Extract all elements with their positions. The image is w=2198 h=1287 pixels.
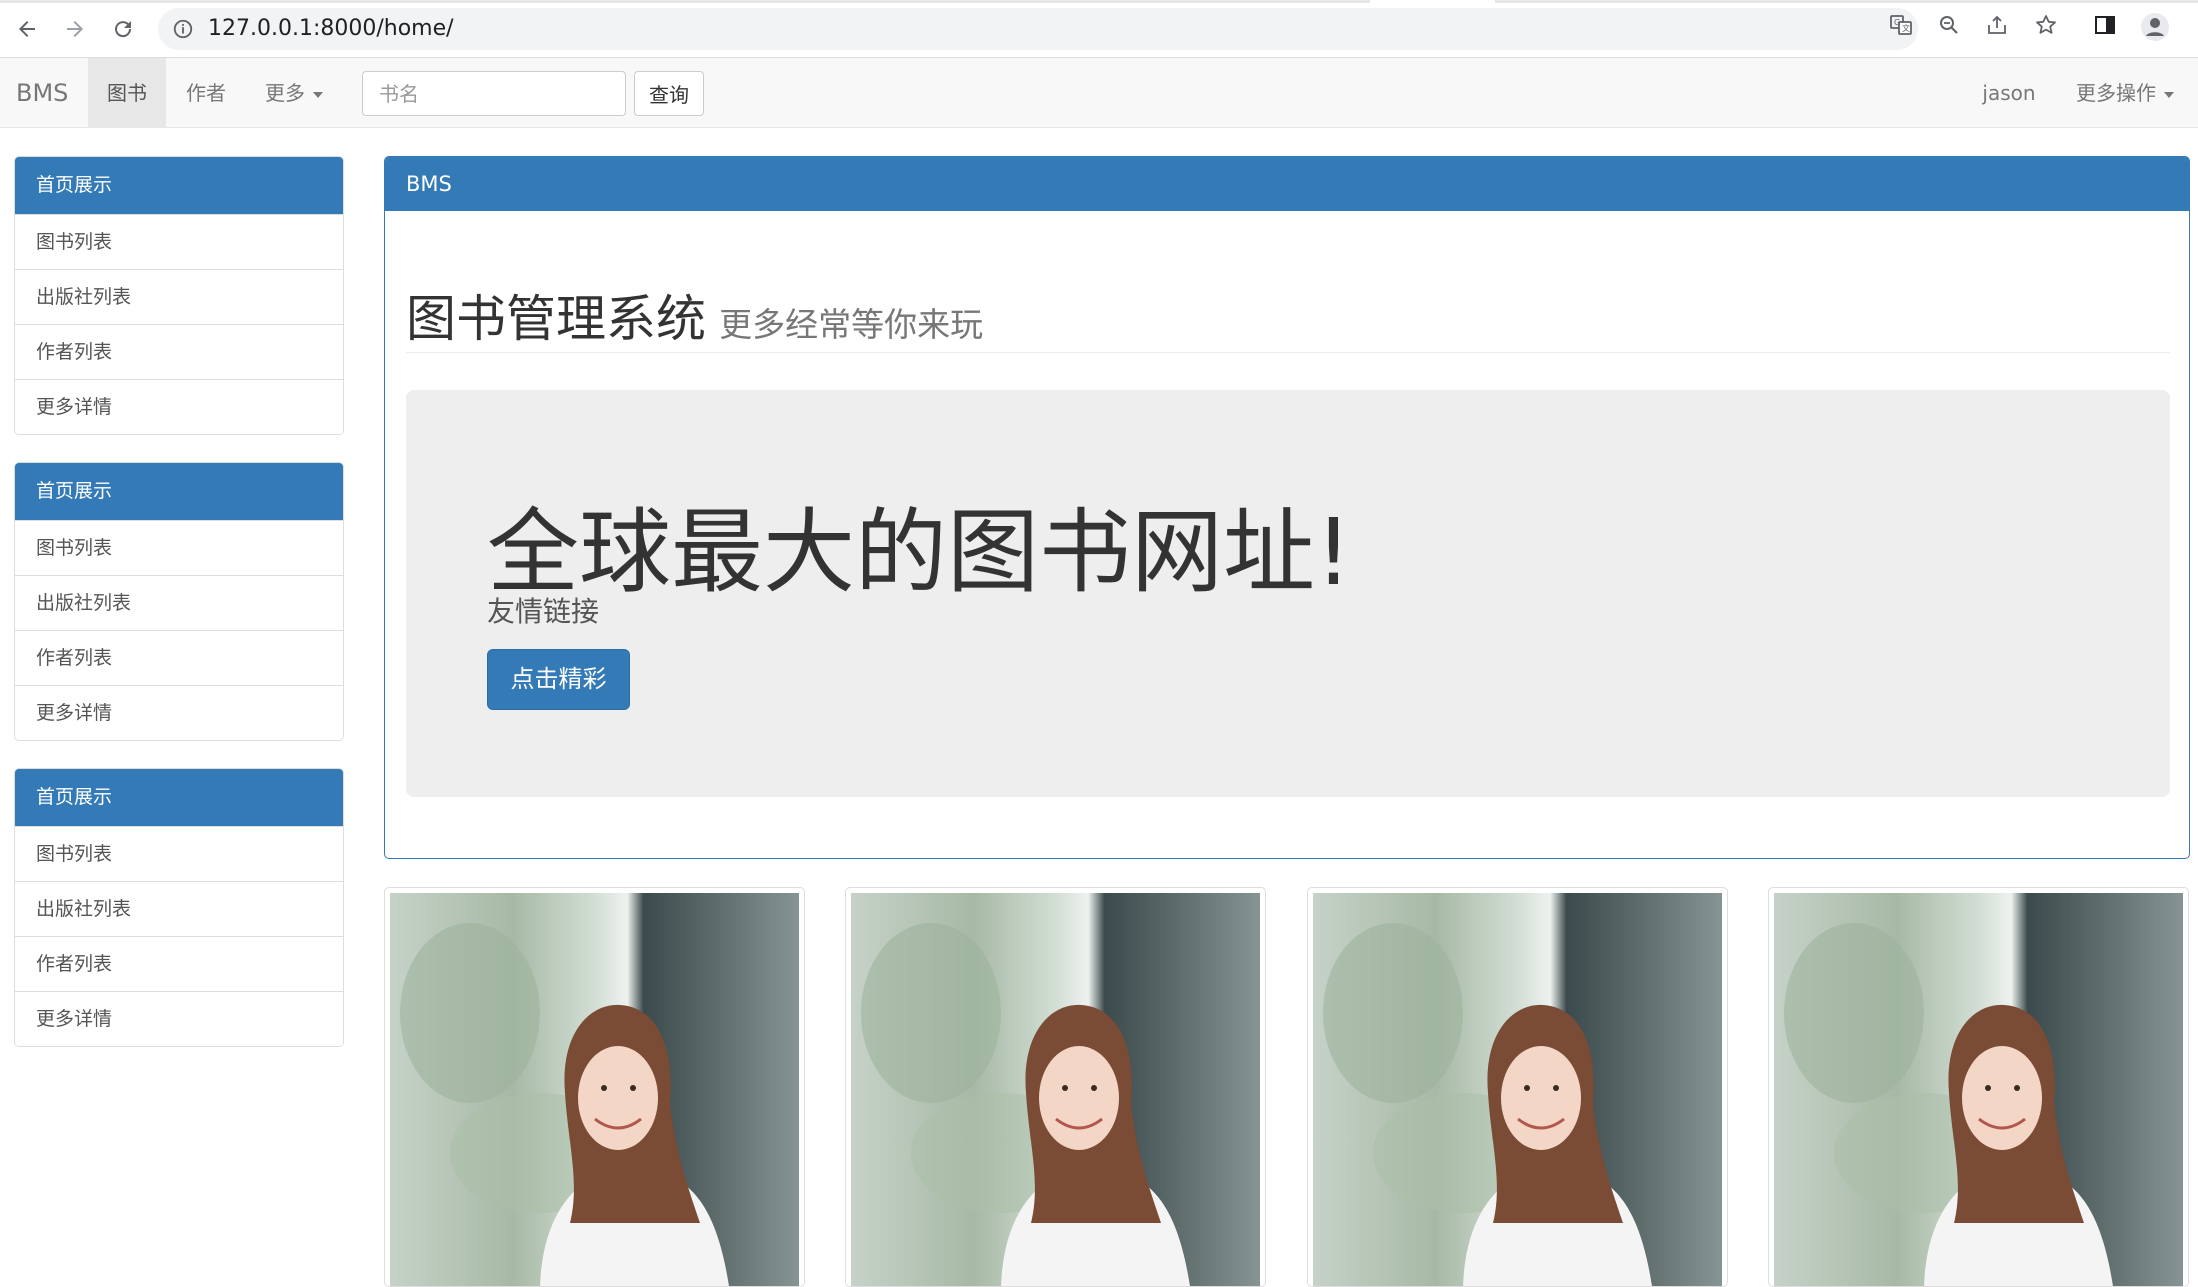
- sidebar-item-publisher-list[interactable]: 出版社列表: [15, 269, 343, 324]
- zoom-icon[interactable]: [1936, 12, 1962, 38]
- main-panel: BMS 图书管理系统 更多经常等你来玩 全球最大的图书网址! 友情链接 点击精彩: [384, 156, 2190, 859]
- sidebar-item-more-details[interactable]: 更多详情: [15, 991, 343, 1046]
- thumbnail[interactable]: [1307, 887, 1728, 1287]
- panel-heading: BMS: [385, 157, 2189, 211]
- search-input[interactable]: [362, 71, 626, 116]
- reload-icon[interactable]: [108, 14, 138, 44]
- jumbotron-button[interactable]: 点击精彩: [487, 649, 630, 710]
- thumbnail[interactable]: [1768, 887, 2189, 1287]
- forward-icon[interactable]: [60, 14, 90, 44]
- share-icon[interactable]: [1984, 12, 2010, 38]
- page-header: 图书管理系统 更多经常等你来玩: [406, 279, 2170, 353]
- profile-icon[interactable]: [2140, 12, 2170, 42]
- sidebar: 首页展示 图书列表 出版社列表 作者列表 更多详情 首页展示 图书列表 出版社列…: [14, 156, 344, 1074]
- nav-item-more[interactable]: 更多: [246, 58, 342, 128]
- search-button[interactable]: 查询: [634, 71, 704, 116]
- jumbotron-headline: 全球最大的图书网址!: [487, 499, 1352, 606]
- nav-item-more-label: 更多: [265, 81, 305, 105]
- loading-bar: [0, 0, 1370, 3]
- nav-more-ops-dropdown[interactable]: 更多操作: [2060, 58, 2190, 128]
- sidebar-group-heading[interactable]: 首页展示: [15, 463, 343, 520]
- sidebar-item-book-list[interactable]: 图书列表: [15, 214, 343, 269]
- sidebar-group: 首页展示 图书列表 出版社列表 作者列表 更多详情: [14, 768, 344, 1047]
- thumbnail-image: [390, 893, 799, 1286]
- sidebar-item-publisher-list[interactable]: 出版社列表: [15, 881, 343, 936]
- sidebar-item-book-list[interactable]: 图书列表: [15, 520, 343, 575]
- thumbnail[interactable]: [845, 887, 1266, 1287]
- thumbnail-image: [1774, 893, 2183, 1286]
- loading-bar-tail: [1495, 0, 2198, 3]
- nav-more-ops-label: 更多操作: [2076, 81, 2156, 105]
- browser-toolbar: 127.0.0.1:8000/home/ G文: [0, 0, 2198, 58]
- sidebar-item-author-list[interactable]: 作者列表: [15, 630, 343, 685]
- svg-text:G: G: [1894, 18, 1900, 27]
- star-icon[interactable]: [2033, 12, 2059, 38]
- sidepanel-icon[interactable]: [2092, 12, 2118, 38]
- svg-text:文: 文: [1902, 23, 1910, 33]
- translate-icon[interactable]: G文: [1888, 12, 1914, 38]
- sidebar-item-author-list[interactable]: 作者列表: [15, 324, 343, 379]
- sidebar-item-more-details[interactable]: 更多详情: [15, 685, 343, 740]
- address-bar[interactable]: 127.0.0.1:8000/home/: [158, 8, 1918, 50]
- sidebar-group: 首页展示 图书列表 出版社列表 作者列表 更多详情: [14, 462, 344, 741]
- thumbnail-image: [1313, 893, 1722, 1286]
- navbar-brand[interactable]: BMS: [0, 58, 88, 128]
- sidebar-item-author-list[interactable]: 作者列表: [15, 936, 343, 991]
- thumbnail-image: [851, 893, 1260, 1286]
- sidebar-group-heading[interactable]: 首页展示: [15, 157, 343, 214]
- top-navbar: BMS 图书 作者 更多 查询 jason 更多操作: [0, 58, 2198, 128]
- page-subtitle: 更多经常等你来玩: [719, 305, 984, 344]
- url-text[interactable]: 127.0.0.1:8000/home/: [208, 8, 454, 50]
- nav-item-authors[interactable]: 作者: [166, 58, 246, 128]
- sidebar-item-more-details[interactable]: 更多详情: [15, 379, 343, 434]
- sidebar-group: 首页展示 图书列表 出版社列表 作者列表 更多详情: [14, 156, 344, 435]
- sidebar-item-publisher-list[interactable]: 出版社列表: [15, 575, 343, 630]
- jumbotron-lead: 友情链接: [487, 595, 600, 628]
- caret-down-icon: [313, 91, 323, 98]
- sidebar-group-heading[interactable]: 首页展示: [15, 769, 343, 826]
- nav-user-link[interactable]: jason: [1970, 58, 2048, 128]
- back-icon[interactable]: [12, 14, 42, 44]
- caret-down-icon: [2164, 91, 2174, 98]
- page-title: 图书管理系统: [406, 290, 706, 348]
- thumbnail[interactable]: [384, 887, 805, 1287]
- sidebar-item-book-list[interactable]: 图书列表: [15, 826, 343, 881]
- info-icon[interactable]: [172, 18, 194, 40]
- jumbotron: 全球最大的图书网址! 友情链接 点击精彩: [406, 390, 2170, 797]
- nav-item-books[interactable]: 图书: [88, 58, 166, 128]
